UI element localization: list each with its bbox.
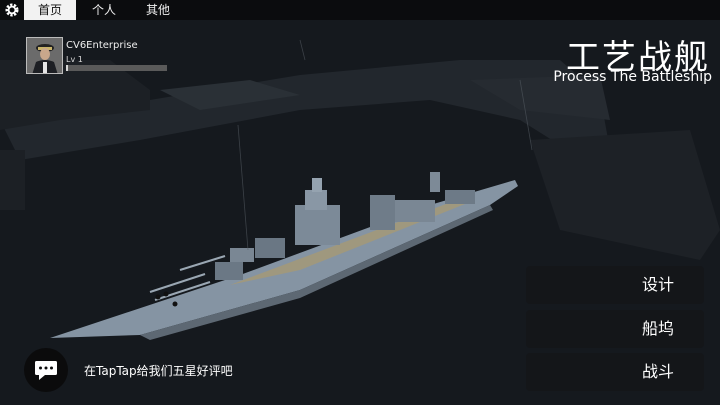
settings-gear-icon[interactable] (4, 2, 20, 18)
rating-prompt-text: 在TapTap给我们五星好评吧 (84, 364, 233, 378)
battle-button[interactable]: 战斗 (526, 353, 704, 391)
experience-bar (66, 65, 167, 71)
dock-button[interactable]: 船坞 (526, 310, 704, 348)
tab-personal[interactable]: 个人 (80, 0, 128, 20)
chat-bubble-icon (35, 361, 57, 380)
dock-button-label: 船坞 (641, 319, 674, 338)
experience-bar-fill (66, 65, 69, 71)
chat-button[interactable] (24, 348, 68, 392)
player-level: Lv 1 (66, 55, 83, 64)
tab-other[interactable]: 其他 (134, 0, 182, 20)
player-avatar[interactable] (26, 37, 63, 74)
game-title-english: Process The Battleship (553, 69, 712, 85)
top-navigation-bar: 首页 个人 其他 (0, 0, 720, 20)
player-name: CV6Enterprise (66, 40, 138, 51)
design-button-label: 设计 (641, 275, 674, 294)
design-button[interactable]: 设计 (526, 266, 704, 304)
tab-home[interactable]: 首页 (24, 0, 76, 20)
battle-button-label: 战斗 (641, 362, 674, 381)
captain-portrait-icon (27, 38, 62, 73)
